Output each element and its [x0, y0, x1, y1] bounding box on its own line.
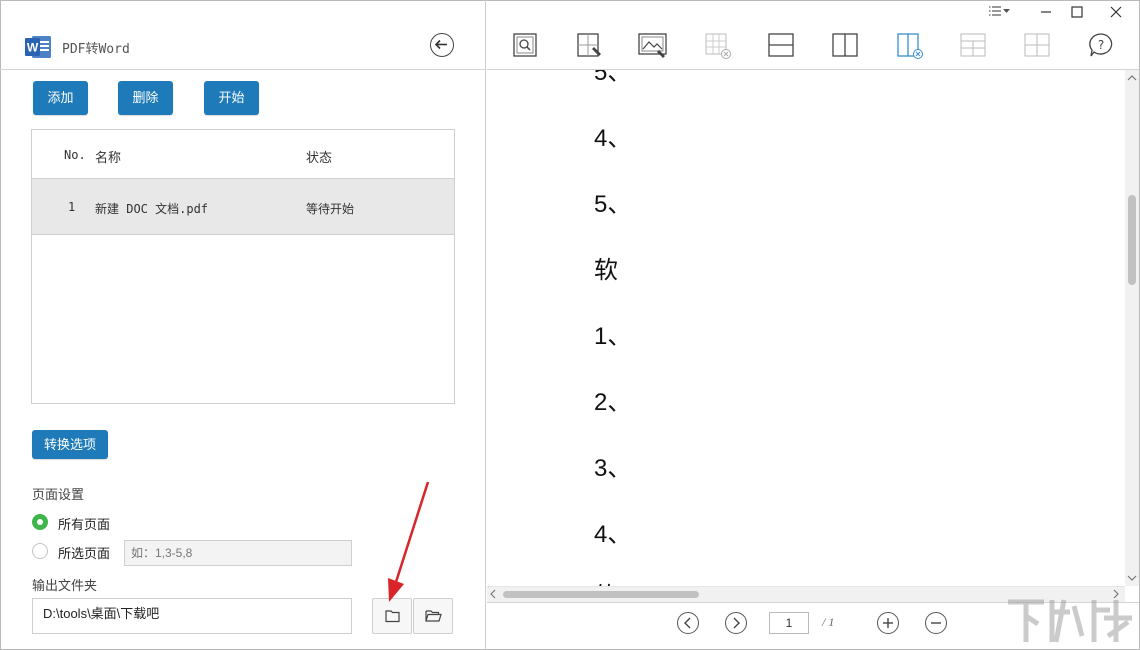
- zoom-out-button[interactable]: [925, 612, 947, 634]
- logo-letter: W: [27, 41, 39, 55]
- doc-line: 软: [594, 576, 618, 586]
- column-delete-icon[interactable]: [895, 30, 925, 60]
- page-settings-label: 页面设置: [32, 488, 85, 503]
- doc-line: 5、: [594, 70, 632, 86]
- word-logo-icon: W: [25, 36, 51, 58]
- minus-icon: [931, 622, 941, 624]
- vertical-scroll-thumb[interactable]: [1128, 195, 1136, 285]
- doc-line: 3、: [594, 455, 632, 482]
- arrow-left-icon: [434, 39, 447, 50]
- zoom-page-icon[interactable]: [510, 30, 540, 60]
- doc-line: 2、: [594, 389, 632, 416]
- all-pages-radio[interactable]: [32, 514, 48, 530]
- plus-icon: [883, 618, 893, 628]
- scroll-up-icon[interactable]: [1127, 74, 1137, 82]
- column-header-status: 状态: [306, 151, 333, 166]
- annotation-arrow: [388, 481, 430, 602]
- back-button[interactable]: [430, 33, 454, 57]
- next-page-button[interactable]: [725, 612, 747, 634]
- column-header-no: No.: [64, 148, 86, 162]
- file-name: 新建 DOC 文档.pdf: [95, 202, 209, 216]
- table-delete-icon[interactable]: [703, 30, 733, 60]
- scroll-left-icon[interactable]: [489, 589, 497, 599]
- row-number: 1: [68, 200, 76, 214]
- table-header: No. 名称 状态: [32, 130, 454, 179]
- delete-file-button[interactable]: 删除: [118, 81, 173, 115]
- chevron-left-icon: [684, 617, 691, 629]
- svg-text:?: ?: [1098, 38, 1104, 52]
- doc-line: 1、: [594, 323, 632, 350]
- minimize-icon[interactable]: [1036, 4, 1056, 20]
- prev-page-button[interactable]: [677, 612, 699, 634]
- help-icon[interactable]: ?: [1086, 30, 1116, 60]
- table-row[interactable]: 1 新建 DOC 文档.pdf 等待开始: [32, 179, 454, 235]
- output-folder-input[interactable]: D:\tools\桌面\下载吧: [32, 598, 352, 634]
- file-status: 等待开始: [306, 202, 355, 216]
- text-select-icon[interactable]: [575, 30, 605, 60]
- horizontal-scroll-thumb[interactable]: [503, 591, 699, 598]
- all-pages-label[interactable]: 所有页面: [58, 514, 110, 533]
- scroll-down-icon[interactable]: [1127, 574, 1137, 582]
- close-icon[interactable]: [1106, 4, 1126, 20]
- selected-pages-label[interactable]: 所选页面: [58, 543, 110, 562]
- start-button[interactable]: 开始: [204, 81, 259, 115]
- selected-pages-radio[interactable]: [32, 543, 48, 559]
- page-range-input[interactable]: 如：1,3-5,8: [124, 540, 352, 566]
- file-table: No. 名称 状态 1 新建 DOC 文档.pdf 等待开始: [31, 129, 455, 404]
- menu-icon[interactable]: [986, 4, 1012, 20]
- column-header-name: 名称: [95, 151, 122, 166]
- app-title: PDF转Word: [62, 42, 130, 57]
- doc-line: 4、: [594, 521, 632, 548]
- add-file-button[interactable]: 添加: [33, 81, 88, 115]
- app-header: [0, 0, 486, 70]
- doc-line: 5、: [594, 191, 632, 218]
- convert-options-button[interactable]: 转换选项: [32, 430, 108, 459]
- document-preview[interactable]: 5、 4、 5、 软 1、 2、 3、 4、 软: [487, 70, 1125, 586]
- vertical-scrollbar[interactable]: [1125, 70, 1139, 586]
- zoom-in-button[interactable]: [877, 612, 899, 634]
- output-folder-label: 输出文件夹: [32, 579, 98, 594]
- doc-line: 软: [594, 257, 618, 284]
- grid-icon[interactable]: [1022, 30, 1052, 60]
- page-number-input[interactable]: 1: [769, 612, 809, 634]
- watermark-logo: [1008, 599, 1132, 643]
- vertical-split-icon[interactable]: [830, 30, 860, 60]
- page-total: / 1: [822, 615, 835, 629]
- image-select-icon[interactable]: [638, 30, 668, 60]
- table-layout-icon[interactable]: [958, 30, 988, 60]
- chevron-right-icon: [733, 617, 740, 629]
- horizontal-split-icon[interactable]: [766, 30, 796, 60]
- doc-line: 4、: [594, 125, 632, 152]
- maximize-icon[interactable]: [1067, 4, 1087, 20]
